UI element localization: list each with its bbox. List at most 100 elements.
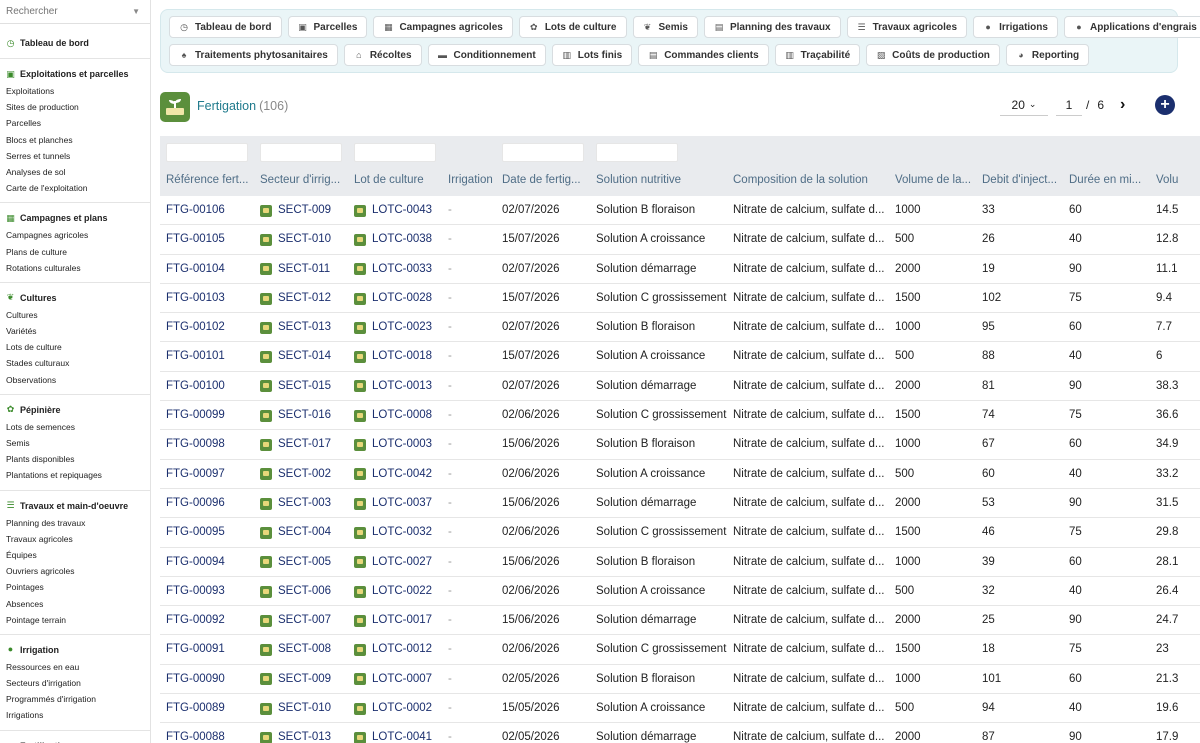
sidebar-item[interactable]: Travaux agricoles xyxy=(6,531,150,547)
column-header[interactable]: Composition de la solution xyxy=(733,174,891,186)
table-cell[interactable]: LOTC-0028 xyxy=(354,284,442,313)
table-cell[interactable]: LOTC-0022 xyxy=(354,577,442,606)
tab-irrigations[interactable]: ● Irrigations xyxy=(973,16,1058,38)
sidebar-item[interactable]: Ouvriers agricoles xyxy=(6,563,150,579)
tab-conditionnement[interactable]: ▬ Conditionnement xyxy=(427,44,546,66)
table-cell[interactable]: FTG-00092 xyxy=(166,606,254,635)
sidebar-item[interactable]: Plants disponibles xyxy=(6,451,150,467)
table-cell[interactable]: FTG-00091 xyxy=(166,635,254,664)
column-filter-input[interactable] xyxy=(354,143,436,162)
table-cell[interactable]: LOTC-0033 xyxy=(354,255,442,284)
column-filter-input[interactable] xyxy=(502,143,584,162)
table-cell[interactable]: FTG-00093 xyxy=(166,577,254,606)
sidebar-item[interactable]: Parcelles xyxy=(6,115,150,131)
sidebar-section-header[interactable]: ▣ Exploitations et parcelles xyxy=(6,65,150,83)
column-header[interactable]: Solution nutritive xyxy=(596,174,728,186)
next-page-icon[interactable]: › xyxy=(1120,96,1125,114)
table-cell[interactable]: SECT-005 xyxy=(260,548,348,577)
column-filter-input[interactable] xyxy=(596,143,678,162)
table-cell[interactable]: SECT-016 xyxy=(260,401,348,430)
sidebar-item[interactable]: Équipes xyxy=(6,547,150,563)
sidebar-item[interactable]: Rotations culturales xyxy=(6,260,150,276)
table-row[interactable]: FTG-00095 SECT-004 LOTC-0032 - 02/06/2026 Sol… xyxy=(160,518,1200,548)
table-row[interactable]: FTG-00091 SECT-008 LOTC-0012 - 02/06/2026 Sol… xyxy=(160,635,1200,665)
tab-commandes-clients[interactable]: ▤ Commandes clients xyxy=(638,44,769,66)
table-cell[interactable]: SECT-002 xyxy=(260,460,348,489)
sidebar-section-header[interactable]: ●Fertilisation xyxy=(6,737,150,743)
sidebar-item[interactable]: Stades culturaux xyxy=(6,355,150,371)
column-filter-input[interactable] xyxy=(166,143,248,162)
sidebar-item[interactable]: Cultures xyxy=(6,307,150,323)
table-cell[interactable]: FTG-00098 xyxy=(166,430,254,459)
table-row[interactable]: FTG-00088 SECT-013 LOTC-0041 - 02/05/2026 Sol… xyxy=(160,723,1200,743)
table-cell[interactable]: FTG-00096 xyxy=(166,489,254,518)
tab-parcelles[interactable]: ▣ Parcelles xyxy=(287,16,368,38)
table-cell[interactable]: SECT-003 xyxy=(260,489,348,518)
table-cell[interactable]: SECT-012 xyxy=(260,284,348,313)
table-cell[interactable]: FTG-00101 xyxy=(166,342,254,371)
table-cell[interactable]: FTG-00106 xyxy=(166,196,254,225)
sidebar-item[interactable]: Blocs et planches xyxy=(6,132,150,148)
tab-semis[interactable]: ❦ Semis xyxy=(632,16,698,38)
sidebar-section-header[interactable]: ▦ Campagnes et plans xyxy=(6,209,150,227)
sidebar-item[interactable]: Lots de semences xyxy=(6,419,150,435)
tab-traitements-phytosanitaires[interactable]: ♠ Traitements phytosanitaires xyxy=(169,44,338,66)
table-cell[interactable]: LOTC-0017 xyxy=(354,606,442,635)
table-cell[interactable]: LOTC-0018 xyxy=(354,342,442,371)
sidebar-item[interactable]: Exploitations xyxy=(6,83,150,99)
table-cell[interactable]: SECT-017 xyxy=(260,430,348,459)
table-cell[interactable]: SECT-006 xyxy=(260,577,348,606)
column-header[interactable]: Secteur d'irrig... xyxy=(260,174,348,186)
tab-reporting[interactable]: ◕ Reporting xyxy=(1005,44,1090,66)
table-cell[interactable]: LOTC-0042 xyxy=(354,460,442,489)
column-header[interactable]: Volu xyxy=(1156,174,1196,186)
tab-lots-finis[interactable]: ▥ Lots finis xyxy=(551,44,633,66)
table-row[interactable]: FTG-00104 SECT-011 LOTC-0033 - 02/07/2026 Sol… xyxy=(160,255,1200,284)
table-cell[interactable]: SECT-009 xyxy=(260,196,348,225)
add-record-button[interactable]: + xyxy=(1155,95,1175,115)
sidebar-section-header[interactable]: ☰ Travaux et main-d'oeuvre xyxy=(6,497,150,515)
table-cell[interactable]: LOTC-0013 xyxy=(354,372,442,401)
sidebar-item[interactable]: Lots de culture xyxy=(6,339,150,355)
column-header[interactable]: Date de fertig... xyxy=(502,174,590,186)
sidebar-item[interactable]: Sites de production xyxy=(6,99,150,115)
column-header[interactable]: Lot de culture xyxy=(354,174,442,186)
table-cell[interactable]: LOTC-0027 xyxy=(354,548,442,577)
sidebar-item[interactable]: Campagnes agricoles xyxy=(6,227,150,243)
table-cell[interactable]: LOTC-0002 xyxy=(354,694,442,723)
table-row[interactable]: FTG-00102 SECT-013 LOTC-0023 - 02/07/2026 Sol… xyxy=(160,313,1200,343)
table-cell[interactable]: SECT-004 xyxy=(260,518,348,547)
sidebar-item[interactable]: Irrigations xyxy=(6,707,150,723)
tab-applications-d-engrais[interactable]: ● Applications d'engrais xyxy=(1063,16,1200,38)
table-cell[interactable]: SECT-010 xyxy=(260,225,348,254)
table-cell[interactable]: SECT-013 xyxy=(260,313,348,342)
tab-tableau-de-bord[interactable]: ◷ Tableau de bord xyxy=(169,16,282,38)
table-cell[interactable]: LOTC-0041 xyxy=(354,723,442,743)
sidebar-item[interactable]: Analyses de sol xyxy=(6,164,150,180)
column-header[interactable]: Durée en mi... xyxy=(1069,174,1151,186)
table-row[interactable]: FTG-00090 SECT-009 LOTC-0007 - 02/05/2026 Sol… xyxy=(160,665,1200,695)
column-header[interactable]: Irrigation xyxy=(448,174,498,186)
table-cell[interactable]: FTG-00099 xyxy=(166,401,254,430)
tab-tra-abilit-[interactable]: ▥ Traçabilité xyxy=(774,44,861,66)
sidebar-item[interactable]: Planning des travaux xyxy=(6,515,150,531)
table-row[interactable]: FTG-00089 SECT-010 LOTC-0002 - 15/05/2026 Sol… xyxy=(160,694,1200,724)
sidebar-item[interactable]: Pointages xyxy=(6,579,150,595)
table-cell[interactable]: LOTC-0007 xyxy=(354,665,442,694)
table-cell[interactable]: FTG-00089 xyxy=(166,694,254,723)
sidebar-item[interactable]: Secteurs d'irrigation xyxy=(6,675,150,691)
sidebar-item[interactable]: Observations xyxy=(6,372,150,388)
table-cell[interactable]: LOTC-0012 xyxy=(354,635,442,664)
tab-co-ts-de-production[interactable]: ▧ Coûts de production xyxy=(866,44,1000,66)
sidebar-dashboard[interactable]: ◷ Tableau de bord xyxy=(0,24,150,59)
page-size-select[interactable]: 20 ⌄ xyxy=(1000,94,1048,116)
table-cell[interactable]: LOTC-0043 xyxy=(354,196,442,225)
sidebar-item[interactable]: Variétés xyxy=(6,323,150,339)
table-cell[interactable]: LOTC-0008 xyxy=(354,401,442,430)
sidebar-item[interactable]: Semis xyxy=(6,435,150,451)
table-row[interactable]: FTG-00101 SECT-014 LOTC-0018 - 15/07/2026 Sol… xyxy=(160,342,1200,372)
table-cell[interactable]: FTG-00095 xyxy=(166,518,254,547)
sidebar-item[interactable]: Absences xyxy=(6,596,150,612)
sidebar-search[interactable]: ▼ xyxy=(0,0,150,24)
column-filter-input[interactable] xyxy=(260,143,342,162)
